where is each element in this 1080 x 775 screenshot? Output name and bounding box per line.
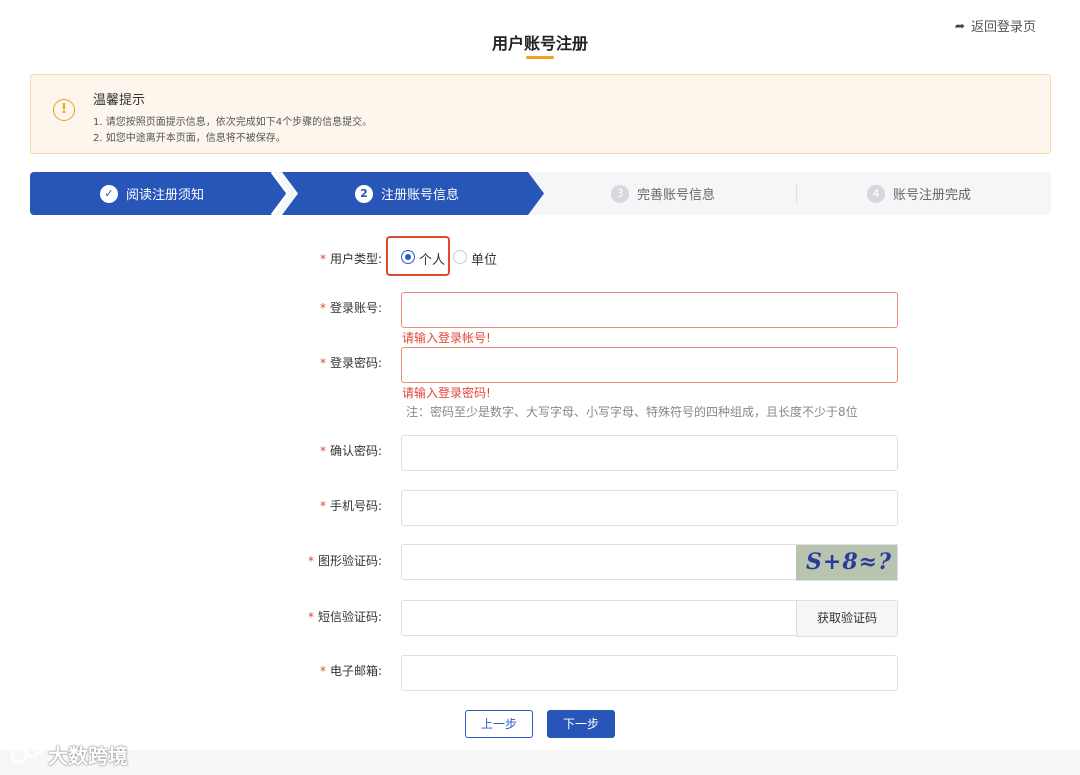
- user-type-label: * 用户类型:: [319, 252, 382, 266]
- confirm-password-input[interactable]: [401, 435, 898, 471]
- tip-line-2: 2. 如您中途离开本页面，信息将不被保存。: [93, 133, 286, 144]
- sms-code-label: * 短信验证码:: [307, 610, 382, 624]
- watermark-logo: 大数跨境: [10, 740, 128, 769]
- account-label: * 登录账号:: [319, 301, 382, 315]
- bottom-strip: [0, 750, 1080, 775]
- step-4: 4 账号注册完成: [867, 172, 971, 215]
- watermark-text: 大数跨境: [48, 744, 128, 768]
- step-4-number: 4: [867, 184, 885, 203]
- email-input[interactable]: [401, 655, 898, 691]
- radio-individual-label[interactable]: 个人: [419, 249, 445, 268]
- captcha-label: * 图形验证码:: [307, 554, 382, 568]
- email-label: * 电子邮箱:: [319, 664, 382, 678]
- captcha-image[interactable]: S+8≈?: [796, 544, 898, 581]
- password-hint: 注：密码至少是数字、大写字母、小写字母、特殊符号的四种组成，且长度不少于8位: [406, 405, 858, 419]
- phone-label: * 手机号码:: [319, 499, 382, 513]
- step-3-label: 完善账号信息: [637, 188, 716, 203]
- tip-title: 温馨提示: [93, 93, 146, 108]
- watermark-icon: [10, 745, 43, 763]
- title-underline: [526, 56, 554, 59]
- confirm-password-label: * 确认密码:: [319, 444, 382, 458]
- check-icon: ✓: [100, 184, 118, 203]
- phone-input[interactable]: [401, 490, 898, 526]
- step-1-label: 阅读注册须知: [126, 188, 205, 203]
- radio-organization-label[interactable]: 单位: [471, 249, 497, 268]
- password-input[interactable]: [401, 347, 898, 383]
- tip-box: ! 温馨提示 1. 请您按照页面提示信息，依次完成如下4个步骤的信息提交。 2.…: [30, 74, 1051, 154]
- step-2-label: 注册账号信息: [381, 188, 460, 203]
- step-1: ✓ 阅读注册须知: [100, 172, 204, 215]
- prev-step-button[interactable]: 上一步: [465, 710, 533, 738]
- warning-icon: !: [53, 99, 75, 121]
- next-step-button[interactable]: 下一步: [547, 710, 615, 738]
- password-label: * 登录密码:: [319, 356, 382, 370]
- step-2-number: 2: [355, 184, 373, 203]
- radio-individual[interactable]: [401, 250, 415, 264]
- step-2: 2 注册账号信息: [355, 172, 459, 215]
- sms-code-input[interactable]: [401, 600, 797, 636]
- step-3: 3 完善账号信息: [611, 172, 715, 215]
- account-error: 请输入登录帐号!: [402, 331, 491, 345]
- tip-line-1: 1. 请您按照页面提示信息，依次完成如下4个步骤的信息提交。: [93, 117, 373, 128]
- step-3-number: 3: [611, 184, 629, 203]
- get-sms-code-button[interactable]: 获取验证码: [796, 600, 898, 637]
- page-title: 用户账号注册: [491, 34, 588, 53]
- step-4-label: 账号注册完成: [893, 188, 972, 203]
- step-separator: [796, 184, 797, 204]
- account-input[interactable]: [401, 292, 898, 328]
- password-error: 请输入登录密码!: [402, 386, 491, 400]
- captcha-input[interactable]: [401, 544, 797, 580]
- captcha-image-text: S+8≈?: [806, 549, 892, 575]
- radio-organization[interactable]: [453, 250, 467, 264]
- step-progress-bar: ✓ 阅读注册须知 2 注册账号信息 3 完善账号信息 4 账号注册完成: [30, 172, 1051, 215]
